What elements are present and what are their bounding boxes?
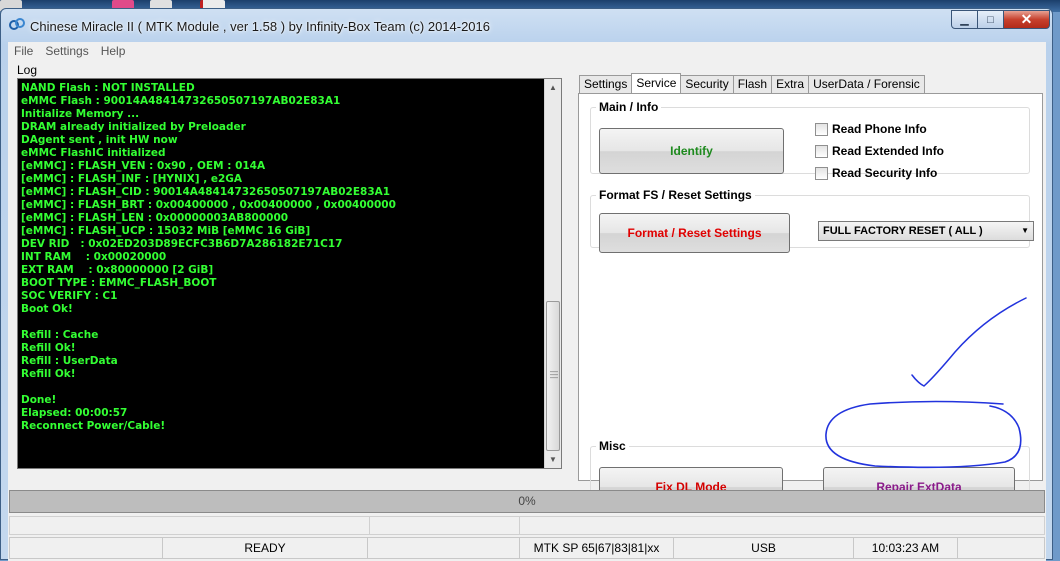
log-line: Reconnect Power/Cable!	[21, 420, 166, 432]
progress-text: 0%	[518, 494, 536, 508]
close-button[interactable]: ✕	[1004, 10, 1050, 29]
menu-settings[interactable]: Settings	[39, 42, 94, 61]
status-cell	[957, 537, 1045, 559]
log-line: DAgent sent , init HW now	[21, 134, 178, 146]
secondary-status-strip	[9, 516, 1045, 535]
log-line: [eMMC] : FLASH_INF : [HYNIX] , e2GA	[21, 173, 243, 185]
status-platform: MTK SP 65|67|83|81|xx	[519, 537, 673, 559]
log-line: DRAM already initialized by Preloader	[21, 121, 246, 133]
main-info-title: Main / Info	[599, 100, 659, 114]
log-scrollbar[interactable]: ▲ — — — ▼	[544, 79, 561, 468]
checkbox-label: Read Extended Info	[832, 144, 945, 158]
tab-flash[interactable]: Flash	[732, 75, 773, 93]
log-line: Refill : Cache	[21, 329, 99, 341]
log-line: BOOT TYPE : EMMC_FLASH_BOOT	[21, 277, 217, 289]
log-line: Elapsed: 00:00:57	[21, 407, 128, 419]
client-area: File Settings Help Log NAND Flash : NOT …	[8, 42, 1046, 561]
maximize-icon: □	[987, 13, 994, 26]
status-cell	[9, 516, 369, 535]
log-line: Done!	[21, 394, 57, 406]
tab-userdata-forensic[interactable]: UserData / Forensic	[808, 75, 925, 93]
log-line: EXT RAM : 0x80000000 [2 GiB]	[21, 264, 214, 276]
misc-title: Misc	[599, 439, 626, 453]
scroll-down-icon[interactable]: ▼	[545, 451, 561, 468]
menu-file[interactable]: File	[8, 42, 39, 61]
tab-service[interactable]: Service	[631, 73, 682, 93]
log-line: Refill : UserData	[21, 355, 118, 367]
close-icon: ✕	[1020, 11, 1033, 27]
checkbox-label: Read Phone Info	[832, 122, 927, 136]
chevron-down-icon: ▼	[1021, 226, 1029, 235]
scroll-thumb[interactable]: — — —	[546, 301, 560, 451]
minimize-icon: ▁	[960, 14, 969, 26]
read-security-info-checkbox[interactable]: Read Security Info	[815, 166, 937, 180]
tab-extra[interactable]: Extra	[771, 75, 810, 93]
scroll-up-icon[interactable]: ▲	[545, 79, 561, 96]
progress-bar: 0%	[9, 490, 1045, 513]
log-text: NAND Flash : NOT INSTALLED eMMC Flash : 9…	[21, 82, 541, 433]
read-extended-info-checkbox[interactable]: Read Extended Info	[815, 144, 944, 158]
window-title: Chinese Miracle II ( MTK Module , ver 1.…	[30, 19, 491, 34]
log-line: INT RAM : 0x00020000	[21, 251, 167, 263]
tab-security[interactable]: Security	[680, 75, 734, 93]
format-reset-button[interactable]: Format / Reset Settings	[599, 213, 790, 253]
log-line: [eMMC] : FLASH_UCP : 15032 MiB [eMMC 16 …	[21, 225, 311, 237]
title-bar[interactable]: Chinese Miracle II ( MTK Module , ver 1.…	[1, 9, 1052, 39]
log-line: [eMMC] : FLASH_BRT : 0x00400000 , 0x0040…	[21, 199, 396, 211]
status-bar: READY MTK SP 65|67|83|81|xx USB 10:03:23…	[9, 537, 1045, 559]
status-ready: READY	[162, 537, 367, 559]
read-phone-info-checkbox[interactable]: Read Phone Info	[815, 122, 927, 136]
identify-button[interactable]: Identify	[599, 128, 784, 174]
main-info-group: Main / Info Identify Read Phone Info Rea…	[590, 100, 1030, 180]
log-line: Initialize Memory ...	[21, 108, 140, 120]
app-window: Chinese Miracle II ( MTK Module , ver 1.…	[0, 8, 1053, 561]
log-line: [eMMC] : FLASH_CID : 90014A4841473265050…	[21, 186, 391, 198]
grip-icon: — — —	[550, 367, 558, 382]
tab-settings[interactable]: Settings	[579, 75, 633, 93]
menu-help[interactable]: Help	[95, 42, 132, 61]
log-line: eMMC FlashIC initialized	[21, 147, 166, 159]
service-tab-panel: Main / Info Identify Read Phone Info Rea…	[578, 93, 1043, 507]
status-cell	[519, 516, 1045, 535]
log-line: [eMMC] : FLASH_LEN : 0x00000003AB800000	[21, 212, 289, 224]
format-group: Format FS / Reset Settings Format / Rese…	[590, 188, 1034, 253]
log-line: DEV RID : 0x02ED203D89ECFC3B6D7A286182E7…	[21, 238, 343, 250]
minimize-button[interactable]: ▁	[951, 10, 978, 29]
log-panel[interactable]: NAND Flash : NOT INSTALLED eMMC Flash : 9…	[17, 78, 562, 469]
log-line: SOC VERIFY : C1	[21, 290, 118, 302]
checkbox-icon	[815, 122, 828, 136]
log-line: Refill Ok!	[21, 368, 76, 380]
log-label: Log	[17, 63, 38, 77]
log-line: NAND Flash : NOT INSTALLED	[21, 82, 195, 94]
status-time: 10:03:23 AM	[853, 537, 957, 559]
reset-mode-value: FULL FACTORY RESET ( ALL )	[823, 225, 983, 237]
status-cell	[369, 516, 519, 535]
log-line: Refill Ok!	[21, 342, 76, 354]
app-logo-icon	[9, 18, 25, 30]
checkbox-icon	[815, 144, 828, 158]
menu-bar: File Settings Help	[8, 42, 132, 61]
format-title: Format FS / Reset Settings	[599, 188, 752, 202]
status-cell	[9, 537, 162, 559]
log-line: [eMMC] : FLASH_VEN : 0x90 , OEM : 014A	[21, 160, 266, 172]
log-line: eMMC Flash : 90014A48414732650507197AB02…	[21, 95, 341, 107]
window-controls: ▁ □ ✕	[951, 10, 1050, 31]
checkbox-icon	[815, 166, 828, 180]
tab-strip: Settings Service Security Flash Extra Us…	[579, 73, 925, 93]
checkbox-label: Read Security Info	[832, 166, 938, 180]
reset-mode-select[interactable]: FULL FACTORY RESET ( ALL ) ▼	[818, 221, 1034, 241]
maximize-button[interactable]: □	[978, 10, 1004, 29]
status-port: USB	[673, 537, 853, 559]
status-cell	[367, 537, 519, 559]
log-line: Boot Ok!	[21, 303, 73, 315]
